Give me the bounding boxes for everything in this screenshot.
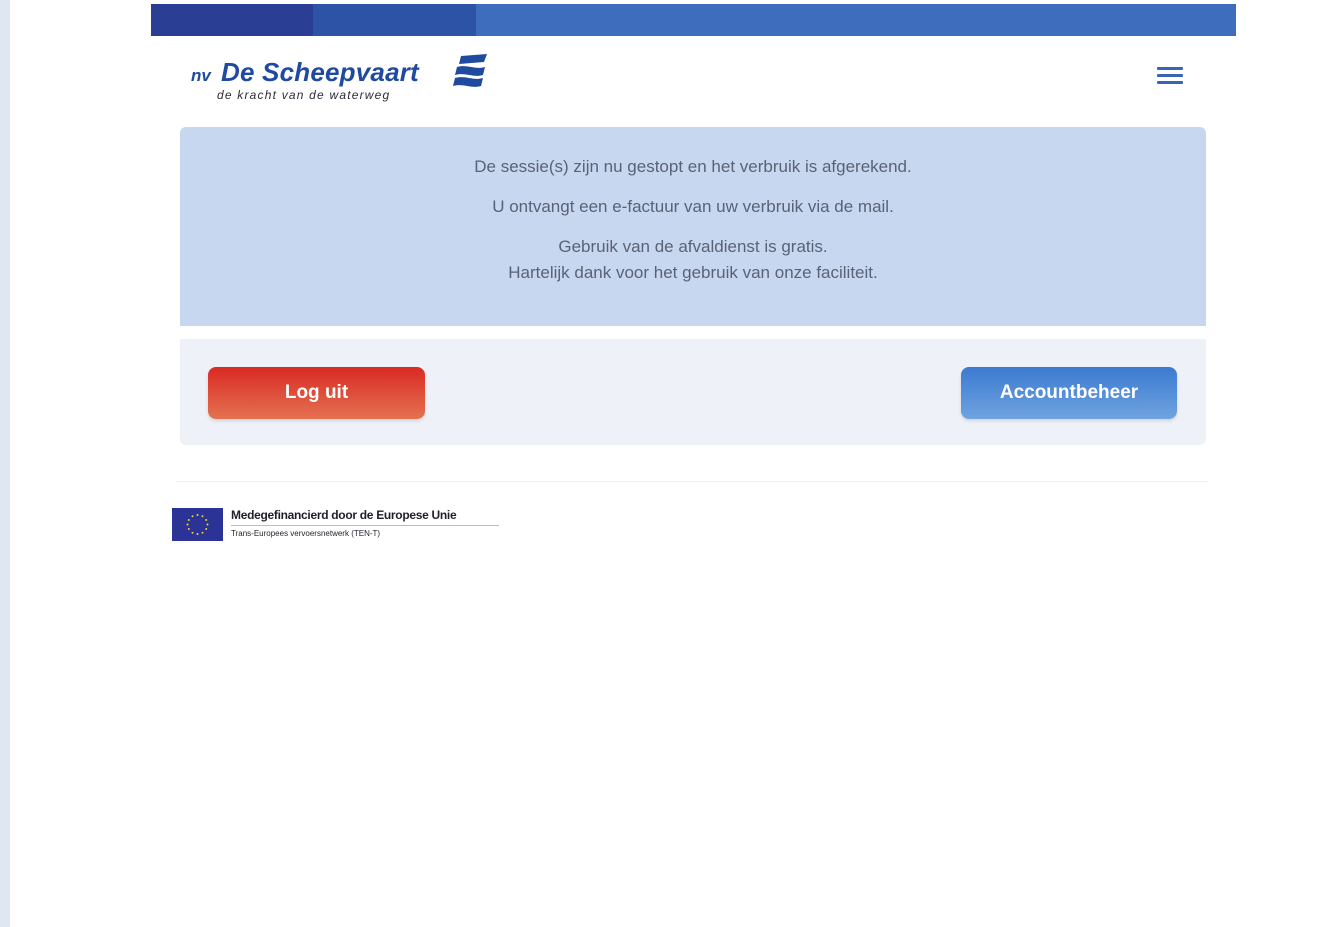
action-panel: Log uit Accountbeheer: [180, 339, 1206, 445]
menu-bar: [1157, 81, 1183, 84]
session-stopped-notice: De sessie(s) zijn nu gestopt en het verb…: [180, 127, 1206, 326]
top-bar-segment: [313, 4, 476, 36]
logo-wave-icon: [453, 54, 487, 87]
logo-brand-name: De Scheepvaart: [221, 57, 419, 87]
menu-bar: [1157, 74, 1183, 77]
eu-cofunded-title: Medegefinancierd door de Europese Unie: [231, 508, 457, 522]
notice-line-sessions-stopped: De sessie(s) zijn nu gestopt en het verb…: [474, 157, 912, 176]
eu-flag-icon: [172, 508, 223, 541]
top-bar-segment: [476, 4, 1236, 36]
company-logo[interactable]: nv De Scheepvaart de kracht van de water…: [191, 54, 491, 104]
top-color-bar: [151, 4, 1236, 36]
account-management-button[interactable]: Accountbeheer: [961, 367, 1177, 419]
top-bar-segment: [151, 4, 313, 36]
logo-tagline: de kracht van de waterweg: [217, 88, 391, 102]
eu-funding-notice: Medegefinancierd door de Europese Unie T…: [172, 506, 512, 546]
footer-divider: [176, 481, 1208, 482]
logout-button[interactable]: Log uit: [208, 367, 425, 419]
eu-notice-rule: [231, 525, 499, 526]
hamburger-menu-icon[interactable]: [1157, 64, 1185, 88]
notice-line-invoice: U ontvangt een e-factuur van uw verbruik…: [492, 197, 894, 216]
notice-line-thanks: Hartelijk dank voor het gebruik van onze…: [508, 263, 878, 282]
notice-line-free-waste-service: Gebruik van de afvaldienst is gratis.: [558, 237, 828, 256]
eu-cofunded-subtitle: Trans-Europees vervoersnetwerk (TEN-T): [231, 529, 381, 538]
menu-bar: [1157, 67, 1183, 70]
logo-prefix: nv: [191, 66, 211, 85]
